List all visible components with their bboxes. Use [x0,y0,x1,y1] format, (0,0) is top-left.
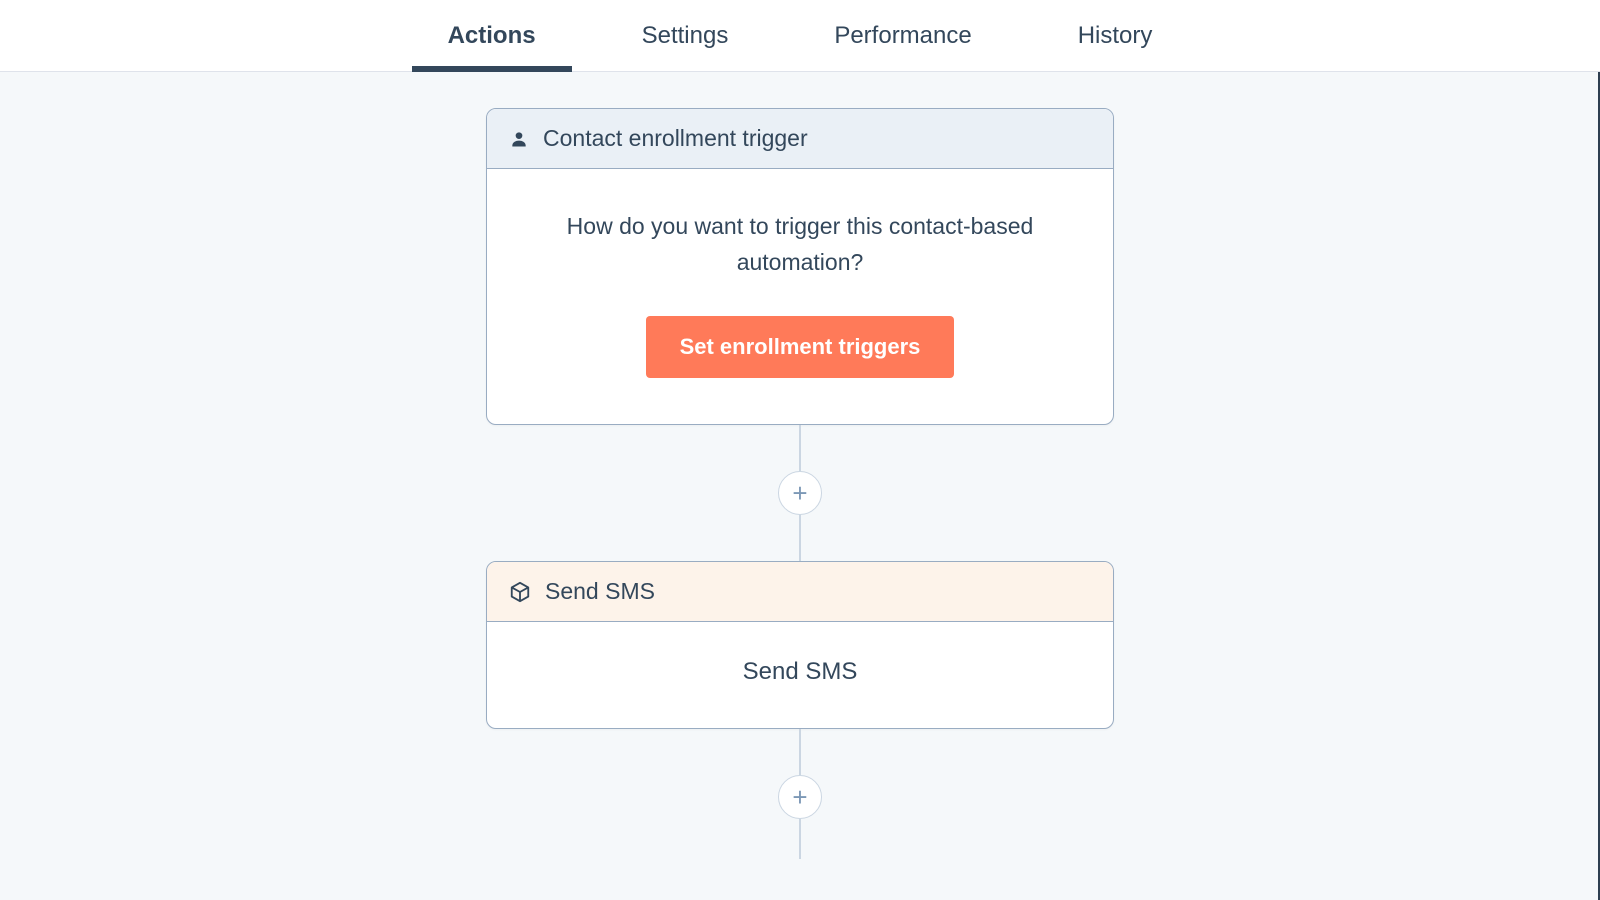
set-enrollment-triggers-button[interactable]: Set enrollment triggers [646,316,955,378]
enrollment-trigger-card[interactable]: Contact enrollment trigger How do you wa… [486,108,1114,425]
enrollment-trigger-title: Contact enrollment trigger [543,125,808,152]
add-step-button[interactable]: + [778,775,822,819]
plus-icon: + [792,480,807,506]
send-sms-header: Send SMS [487,562,1113,622]
send-sms-card[interactable]: Send SMS Send SMS [486,561,1114,729]
send-sms-body: Send SMS [487,622,1113,728]
tab-performance[interactable]: Performance [826,0,979,71]
connector-line [799,425,801,471]
workflow-canvas: Contact enrollment trigger How do you wa… [0,72,1600,900]
send-sms-title: Send SMS [545,578,655,605]
add-step-button[interactable]: + [778,471,822,515]
enrollment-trigger-header: Contact enrollment trigger [487,109,1113,169]
enrollment-trigger-prompt: How do you want to trigger this contact-… [531,209,1069,280]
send-sms-body-label: Send SMS [531,658,1069,686]
tab-actions[interactable]: Actions [440,0,544,71]
cube-icon [509,581,531,603]
contact-icon [509,129,529,149]
connector-line [799,819,801,859]
plus-icon: + [792,784,807,810]
connector-line [799,515,801,561]
tab-bar: Actions Settings Performance History [0,0,1600,72]
enrollment-trigger-body: How do you want to trigger this contact-… [487,169,1113,424]
tab-settings[interactable]: Settings [634,0,737,71]
tab-history[interactable]: History [1070,0,1161,71]
connector-line [799,729,801,775]
